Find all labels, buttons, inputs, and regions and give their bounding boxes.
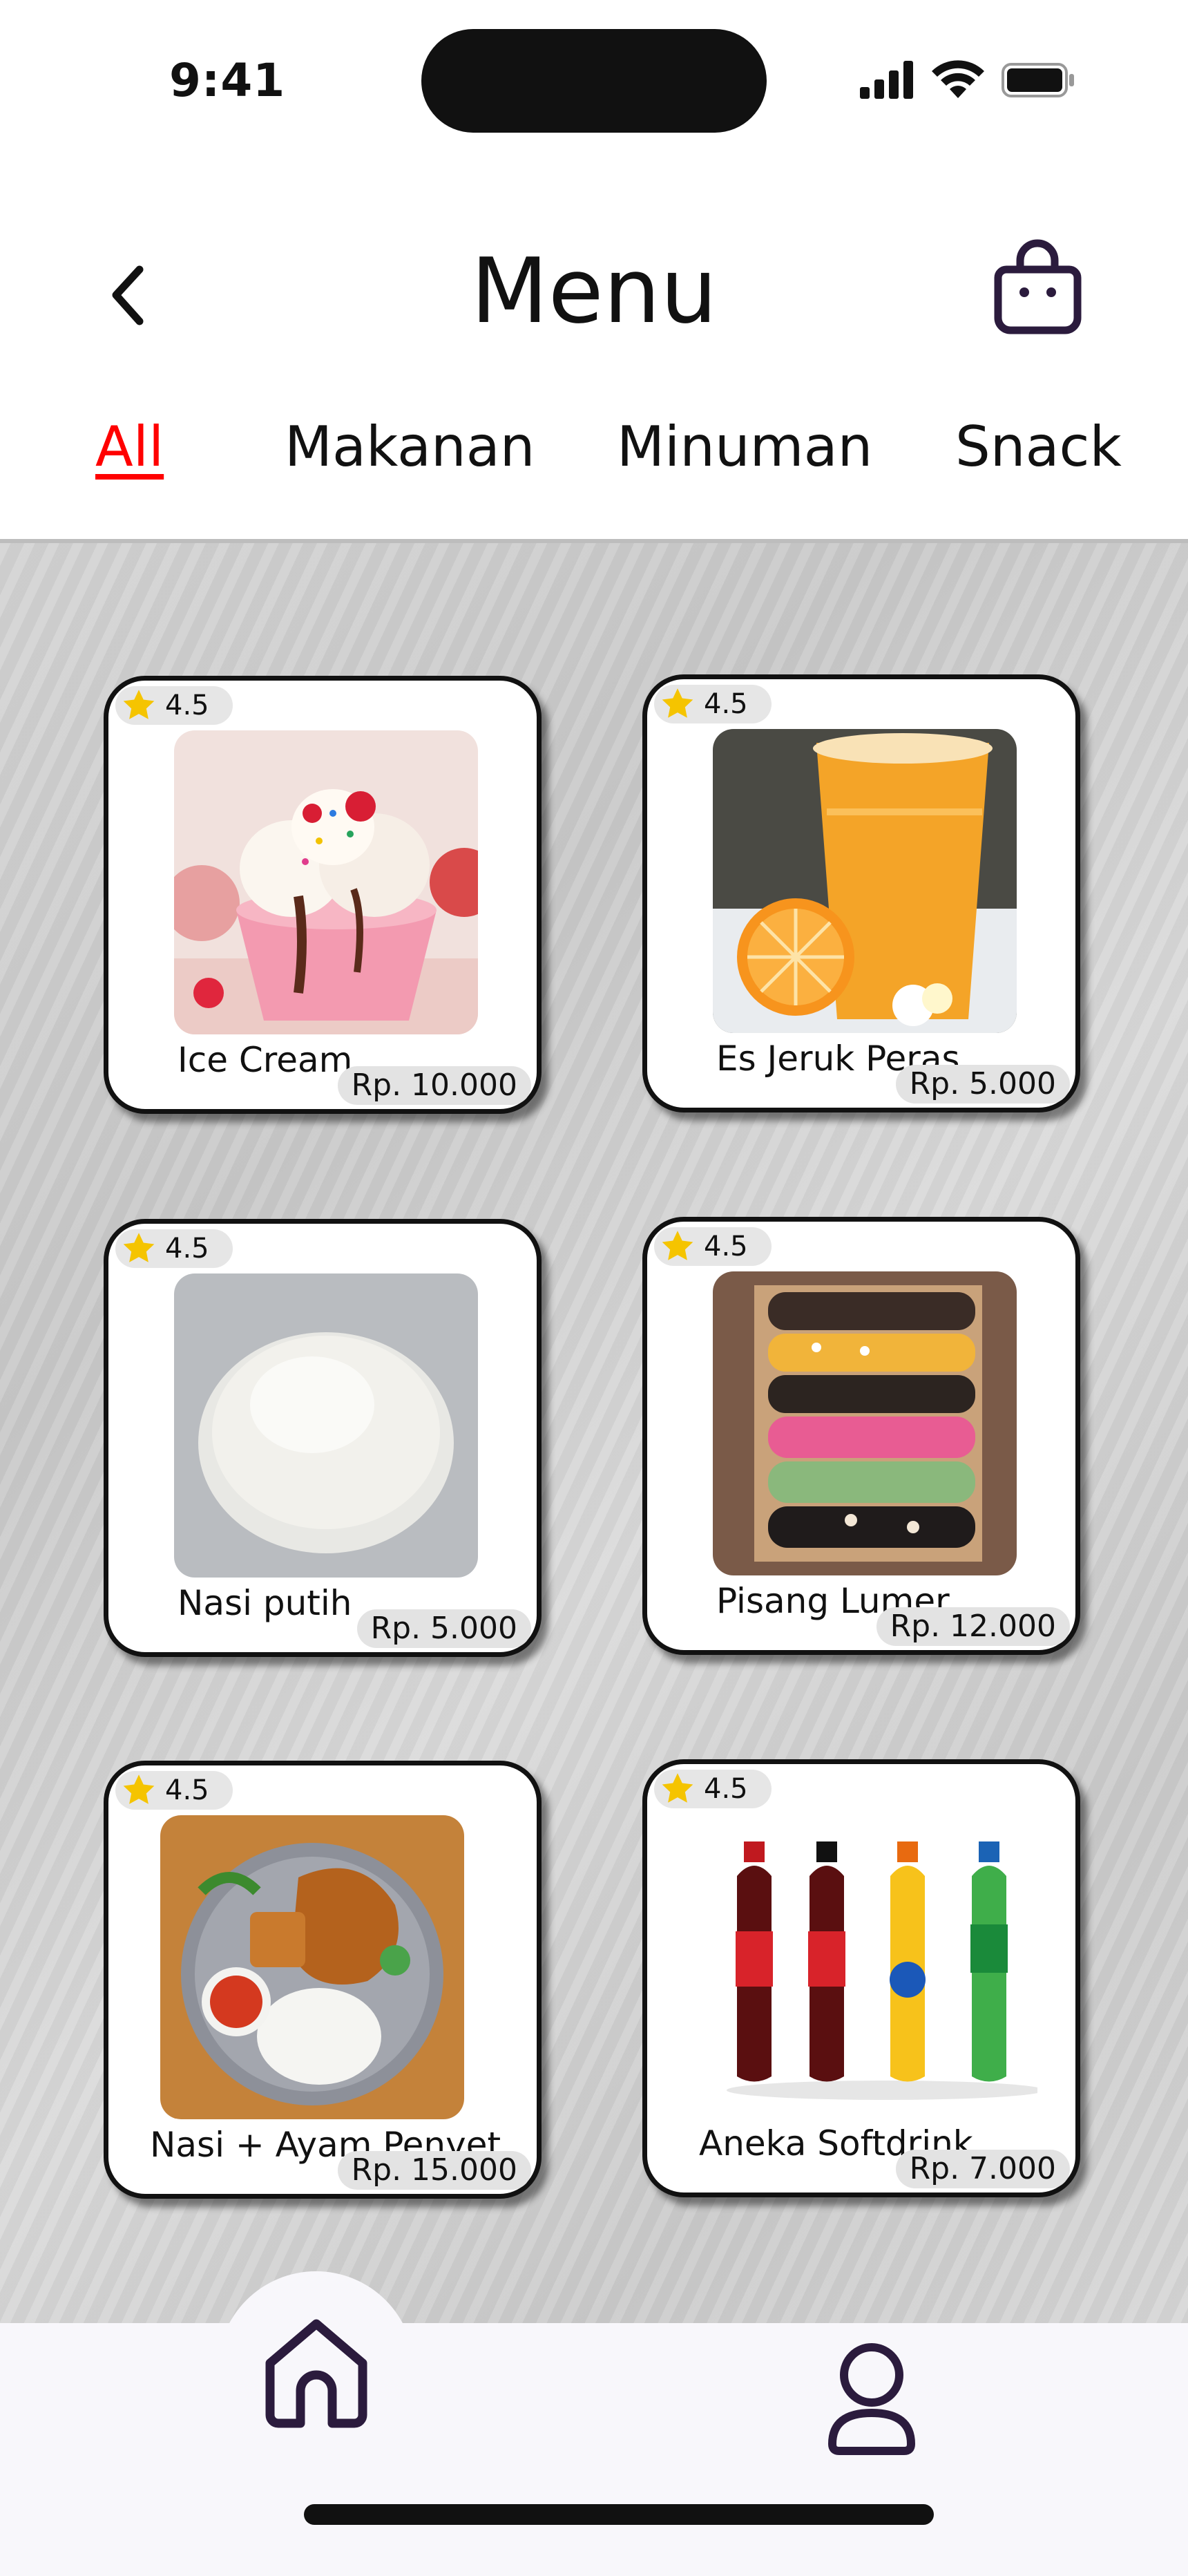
banana-dessert-image <box>713 1271 1017 1575</box>
category-tabs: All Makanan Minuman Snack <box>0 415 1188 498</box>
item-price: Rp. 7.000 <box>895 2150 1070 2188</box>
item-name: Nasi putih <box>178 1583 352 1623</box>
item-price: Rp. 10.000 <box>337 1066 531 1105</box>
rating-value: 4.5 <box>165 1233 209 1265</box>
menu-card-aneka-softdrink[interactable]: 4.5 Aneka Softdrink Rp. 7.000 <box>642 1759 1080 2197</box>
tab-all[interactable]: All <box>95 415 164 479</box>
tab-snack[interactable]: Snack <box>955 415 1122 479</box>
star-icon <box>123 1774 155 1804</box>
rating-value: 4.5 <box>704 1773 748 1805</box>
rating-badge: 4.5 <box>654 685 772 723</box>
home-nav-button[interactable] <box>218 2271 414 2468</box>
rating-badge: 4.5 <box>115 686 233 725</box>
menu-card-es-jeruk-peras[interactable]: 4.5 Es Jeruk Peras Rp. 5.000 <box>642 674 1080 1112</box>
fried-chicken-rice-image <box>160 1815 464 2119</box>
rating-value: 4.5 <box>165 1774 209 1806</box>
tab-minuman[interactable]: Minuman <box>617 415 872 479</box>
item-price: Rp. 12.000 <box>876 1607 1070 1646</box>
star-icon <box>662 688 693 718</box>
item-price: Rp. 5.000 <box>356 1609 531 1648</box>
rating-value: 4.5 <box>704 688 748 720</box>
rating-value: 4.5 <box>165 690 209 721</box>
wifi-icon <box>932 60 984 98</box>
rating-value: 4.5 <box>704 1231 748 1262</box>
item-price: Rp. 15.000 <box>337 2151 531 2190</box>
star-icon <box>662 1231 693 1260</box>
item-name: Ice Cream <box>178 1040 353 1080</box>
user-icon[interactable] <box>818 2337 926 2458</box>
star-icon <box>662 1773 693 1803</box>
dynamic-island <box>421 29 767 133</box>
menu-card-nasi-putih[interactable]: 4.5 Nasi putih Rp. 5.000 <box>104 1219 542 1657</box>
star-icon <box>123 1233 155 1262</box>
menu-card-pisang-lumer[interactable]: 4.5 Pisang Lumer Rp. 12.000 <box>642 1217 1080 1655</box>
home-indicator <box>304 2504 934 2525</box>
tab-makanan[interactable]: Makanan <box>285 415 535 479</box>
star-icon <box>123 690 155 719</box>
menu-card-ice-cream[interactable]: 4.5 Ice Cream Rp. 10.000 <box>104 676 542 1114</box>
rating-badge: 4.5 <box>654 1227 772 1266</box>
status-time: 9:41 <box>169 54 286 107</box>
item-price: Rp. 5.000 <box>895 1065 1070 1104</box>
status-bar: 9:41 <box>0 0 1188 159</box>
bottom-nav <box>0 2271 1188 2576</box>
rating-badge: 4.5 <box>115 1771 233 1810</box>
menu-card-nasi-ayam-penyet[interactable]: 4.5 Nasi + Ayam Penyet Rp. 15.000 <box>104 1761 542 2199</box>
orange-juice-image <box>713 729 1017 1033</box>
menu-grid: 4.5 Ice Cream Rp. 10.000 4.5 Es Jeruk Pe… <box>0 539 1188 2323</box>
home-icon <box>265 2319 367 2427</box>
battery-icon <box>1002 63 1074 97</box>
cellular-signal-icon <box>860 61 913 99</box>
white-rice-image <box>174 1273 478 1578</box>
shopping-bag-icon[interactable] <box>991 238 1084 335</box>
rating-badge: 4.5 <box>654 1770 772 1808</box>
ice-cream-image <box>174 730 478 1034</box>
rating-badge: 4.5 <box>115 1229 233 1268</box>
softdrink-bottles-image <box>716 1814 1037 2118</box>
